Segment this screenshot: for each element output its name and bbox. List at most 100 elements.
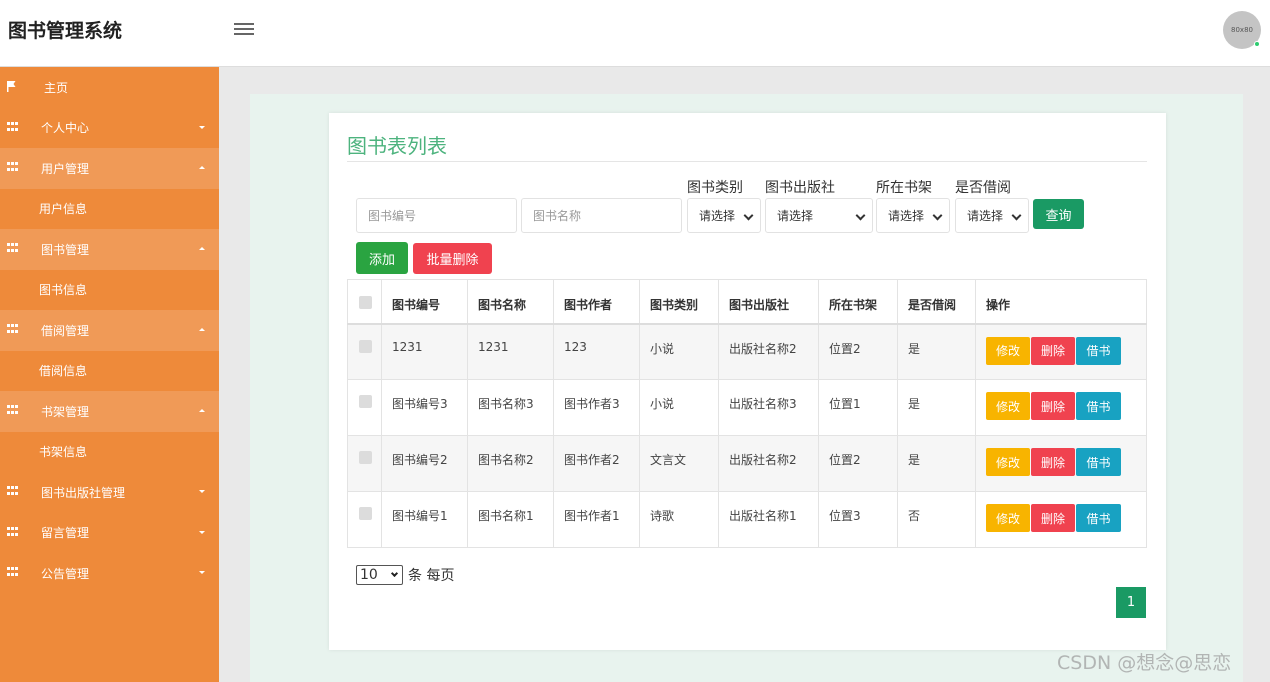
shelf-select[interactable]: 请选择 <box>876 198 950 233</box>
sidebar-item-user-info[interactable]: 用户信息 <box>0 189 219 230</box>
column-header[interactable]: 所在书架 <box>818 279 898 325</box>
sidebar-item-user-management[interactable]: 用户管理 <box>0 148 219 189</box>
table-row: 图书编号3 图书名称3 图书作者3 小说 出版社名称3 位置1 是修改 删除 借书 <box>347 379 1147 436</box>
column-header[interactable]: 图书名称 <box>467 279 554 325</box>
sidebar-item-publisher-management[interactable]: 图书出版社管理 <box>0 472 219 513</box>
search-button[interactable]: 查询 <box>1033 199 1084 229</box>
borrowed-select[interactable]: 请选择 <box>955 198 1029 233</box>
table-row: 1231 1231 123 小说 出版社名称2 位置2 是修改 删除 借书 <box>347 323 1147 380</box>
chevron-down-icon <box>390 569 399 578</box>
hamburger-menu-icon[interactable] <box>234 20 254 40</box>
page-title: 图书表列表 <box>347 134 447 158</box>
delete-button[interactable]: 删除 <box>1031 392 1075 420</box>
row-checkbox[interactable] <box>359 507 372 520</box>
edit-button[interactable]: 修改 <box>986 448 1030 476</box>
sidebar-item-book-management[interactable]: 图书管理 <box>0 229 219 270</box>
borrow-button[interactable]: 借书 <box>1076 392 1121 420</box>
table-cell: 位置2 <box>818 323 898 380</box>
sidebar-item-message-management[interactable]: 留言管理 <box>0 513 219 554</box>
edit-button[interactable]: 修改 <box>986 336 1030 365</box>
column-header[interactable]: 是否借阅 <box>897 279 976 325</box>
sidebar-item-profile[interactable]: 个人中心 <box>0 108 219 149</box>
table-cell: 小说 <box>639 323 719 380</box>
category-select-value: 请选择 <box>699 209 736 223</box>
ops-cell: 修改 删除 借书 <box>975 435 1147 492</box>
shelf-label: 所在书架 <box>876 180 932 196</box>
table-cell: 图书名称2 <box>467 435 554 492</box>
sidebar-item-label: 个人中心 <box>41 121 90 136</box>
grid-icon <box>7 405 19 416</box>
sidebar-item-borrow-management[interactable]: 借阅管理 <box>0 310 219 351</box>
table-header-row: 图书编号 图书名称 图书作者 图书类别 图书出版社 所在书架 是否借阅 操作 <box>347 279 1147 325</box>
table-cell: 图书编号1 <box>381 491 468 548</box>
watermark: CSDN @想念@思恋 <box>1057 652 1232 674</box>
delete-button[interactable]: 删除 <box>1031 504 1075 532</box>
grid-icon <box>7 324 19 335</box>
table-cell: 是 <box>897 323 976 380</box>
sidebar-item-book-info[interactable]: 图书信息 <box>0 270 219 311</box>
app-title: 图书管理系统 <box>8 20 123 42</box>
select-all-cell <box>347 279 382 325</box>
sidebar-item-label: 留言管理 <box>41 526 90 541</box>
sidebar-item-label: 借阅管理 <box>41 323 90 338</box>
ops-cell: 修改 删除 借书 <box>975 379 1147 436</box>
table-cell: 图书名称1 <box>467 491 554 548</box>
online-status-dot <box>1254 41 1260 47</box>
book-name-input[interactable]: 图书名称 <box>521 198 682 233</box>
chevron-down-icon <box>199 571 205 574</box>
borrowed-label: 是否借阅 <box>955 180 1011 196</box>
category-select[interactable]: 请选择 <box>687 198 761 233</box>
table-cell: 图书编号2 <box>381 435 468 492</box>
table-cell: 否 <box>897 491 976 548</box>
chevron-down-icon <box>855 210 866 221</box>
sidebar-item-shelf-management[interactable]: 书架管理 <box>0 391 219 432</box>
table-cell: 图书作者1 <box>553 491 640 548</box>
table-cell: 出版社名称1 <box>718 491 819 548</box>
table-cell: 小说 <box>639 379 719 436</box>
chevron-up-icon <box>199 409 205 412</box>
category-label: 图书类别 <box>687 180 743 196</box>
per-page-label: 条 每页 <box>408 568 455 584</box>
sidebar-item-shelf-info[interactable]: 书架信息 <box>0 432 219 473</box>
book-no-input[interactable]: 图书编号 <box>356 198 517 233</box>
chevron-up-icon <box>199 328 205 331</box>
batch-delete-button[interactable]: 批量删除 <box>413 243 492 274</box>
delete-button[interactable]: 删除 <box>1031 448 1075 476</box>
page-button-current[interactable]: 1 <box>1116 587 1146 618</box>
row-checkbox[interactable] <box>359 451 372 464</box>
sidebar-item-label: 书架管理 <box>41 404 90 419</box>
chevron-down-icon <box>743 210 754 221</box>
flag-icon <box>7 81 16 92</box>
ops-cell: 修改 删除 借书 <box>975 323 1147 380</box>
publisher-select[interactable]: 请选择 <box>765 198 873 233</box>
column-header[interactable]: 图书出版社 <box>718 279 819 325</box>
row-select-cell <box>347 323 382 380</box>
borrow-button[interactable]: 借书 <box>1076 504 1121 532</box>
select-all-checkbox[interactable] <box>359 296 372 309</box>
page-size-select[interactable]: 10 <box>356 565 403 585</box>
table-cell: 位置1 <box>818 379 898 436</box>
row-checkbox[interactable] <box>359 339 372 353</box>
table-cell: 1231 <box>467 323 554 380</box>
chevron-down-icon <box>199 490 205 493</box>
edit-button[interactable]: 修改 <box>986 392 1030 420</box>
edit-button[interactable]: 修改 <box>986 504 1030 532</box>
column-header[interactable]: 图书类别 <box>639 279 719 325</box>
sidebar-item-label: 主页 <box>44 80 69 95</box>
row-checkbox[interactable] <box>359 395 372 408</box>
delete-button[interactable]: 删除 <box>1031 336 1075 365</box>
column-header: 操作 <box>975 279 1147 325</box>
borrow-button[interactable]: 借书 <box>1076 336 1121 365</box>
sidebar-item-label: 公告管理 <box>41 566 90 581</box>
sidebar-item-notice-management[interactable]: 公告管理 <box>0 553 219 594</box>
sidebar-item-label: 图书出版社管理 <box>41 485 126 500</box>
chevron-up-icon <box>199 247 205 250</box>
table-cell: 123 <box>553 323 640 380</box>
add-button[interactable]: 添加 <box>356 242 408 274</box>
column-header[interactable]: 图书编号 <box>381 279 468 325</box>
sidebar-item-borrow-info[interactable]: 借阅信息 <box>0 351 219 392</box>
grid-icon <box>7 486 19 497</box>
borrow-button[interactable]: 借书 <box>1076 448 1121 476</box>
column-header[interactable]: 图书作者 <box>553 279 640 325</box>
sidebar-item-home[interactable]: 主页 <box>0 67 219 108</box>
